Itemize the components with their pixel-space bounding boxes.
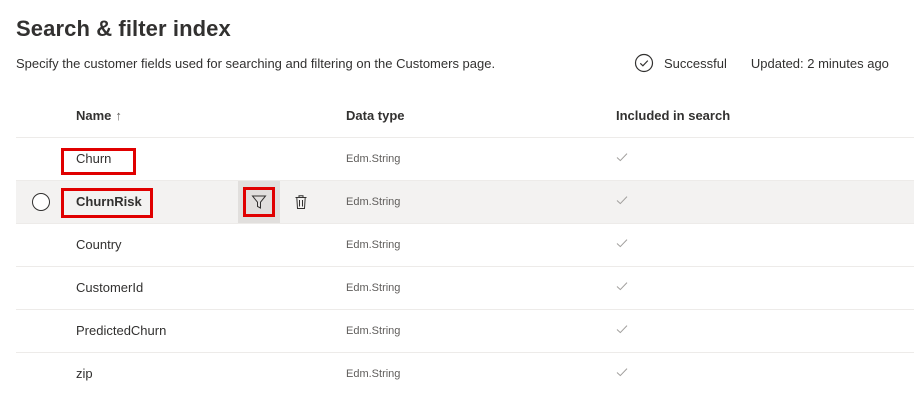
check-icon: [616, 325, 628, 334]
check-icon: [616, 282, 628, 291]
field-data-type: Edm.String: [346, 368, 401, 380]
field-data-type: Edm.String: [346, 282, 401, 294]
field-name: Country: [76, 237, 122, 252]
table-row[interactable]: Churn Edm.String: [16, 138, 914, 181]
column-header-name-label: Name: [76, 108, 112, 123]
field-name: CustomerId: [76, 280, 144, 295]
included-check: [616, 280, 628, 295]
filter-button[interactable]: [238, 181, 280, 223]
sort-ascending-icon: ↑: [115, 108, 122, 123]
field-name: PredictedChurn: [76, 323, 167, 338]
included-check: [616, 323, 628, 338]
included-check: [616, 366, 628, 381]
table-row-selected[interactable]: ChurnRisk Edm.String: [16, 181, 914, 224]
included-check: [616, 194, 628, 209]
check-circle-icon: [634, 53, 654, 73]
table-row[interactable]: zip Edm.String: [16, 353, 914, 396]
updated-text: Updated: 2 minutes ago: [750, 55, 889, 71]
page-description: Specify the customer fields used for sea…: [16, 56, 496, 71]
table-header: Name ↑ Data type Included in search: [16, 95, 914, 138]
column-header-name[interactable]: Name ↑: [76, 108, 122, 123]
column-header-included[interactable]: Included in search: [616, 108, 730, 123]
table-row[interactable]: CustomerId Edm.String: [16, 267, 914, 310]
highlight-box: [243, 187, 275, 217]
fields-table: Name ↑ Data type Included in search Churn…: [16, 95, 914, 396]
page-title: Search & filter index: [16, 16, 231, 41]
table-row[interactable]: Country Edm.String: [16, 224, 914, 267]
included-check: [616, 237, 628, 252]
check-icon: [616, 239, 628, 248]
field-data-type: Edm.String: [346, 196, 401, 208]
included-check: [616, 151, 628, 166]
check-icon: [616, 153, 628, 162]
row-select-radio[interactable]: [32, 193, 50, 211]
field-data-type: Edm.String: [346, 239, 401, 251]
check-icon: [616, 196, 628, 205]
status-area: Successful Updated: 2 minutes ago: [634, 53, 889, 73]
field-name: zip: [76, 366, 93, 381]
field-data-type: Edm.String: [346, 153, 401, 165]
table-row[interactable]: PredictedChurn Edm.String: [16, 310, 914, 353]
field-name: Churn: [76, 151, 112, 166]
status-text: Successful: [664, 55, 727, 71]
filter-icon: [251, 195, 267, 209]
trash-icon: [295, 195, 307, 209]
column-header-data-type[interactable]: Data type: [346, 108, 405, 123]
field-name: ChurnRisk: [76, 194, 142, 209]
check-icon: [616, 368, 628, 377]
delete-button[interactable]: [280, 181, 322, 223]
field-data-type: Edm.String: [346, 325, 401, 337]
